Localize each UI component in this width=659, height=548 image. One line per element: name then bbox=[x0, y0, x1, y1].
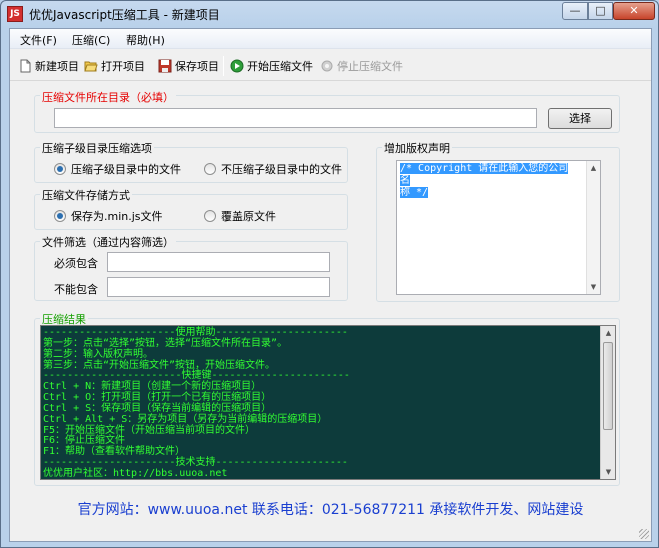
stop-compress-label: 停止压缩文件 bbox=[337, 60, 403, 73]
radio-compress-subdir[interactable]: 压缩子级目录中的文件 bbox=[54, 161, 181, 177]
copyright-textarea[interactable]: /* Copyright 请在此输入您的公司名 称 */ ▲ ▼ bbox=[396, 160, 601, 295]
new-file-icon bbox=[18, 59, 32, 73]
radio-no-compress-subdir-label: 不压缩子级目录中的文件 bbox=[221, 163, 342, 176]
new-project-label: 新建项目 bbox=[35, 60, 79, 73]
radio-selected-indicator bbox=[54, 210, 66, 222]
menu-file[interactable]: 文件(F) bbox=[20, 32, 57, 48]
console-text: ----------------------使用帮助--------------… bbox=[43, 327, 599, 479]
result-console[interactable]: ----------------------使用帮助--------------… bbox=[40, 325, 616, 480]
radio-selected-indicator bbox=[54, 163, 66, 175]
open-project-button[interactable]: 打开项目 bbox=[84, 57, 145, 75]
window-title: 优优Javascript压缩工具 - 新建项目 bbox=[29, 8, 220, 22]
scroll-down-arrow-icon[interactable]: ▼ bbox=[602, 465, 615, 479]
menu-compress[interactable]: 压缩(C) bbox=[72, 32, 110, 48]
radio-save-min-js[interactable]: 保存为.min.js文件 bbox=[54, 208, 163, 224]
directory-input[interactable] bbox=[54, 108, 537, 128]
radio-unselected-indicator bbox=[204, 210, 216, 222]
menu-help[interactable]: 帮助(H) bbox=[126, 32, 165, 48]
copyright-line-1: /* Copyright 请在此输入您的公司名 bbox=[400, 163, 569, 186]
subdir-options-title: 压缩子级目录压缩选项 bbox=[40, 140, 154, 156]
menu-bar: 文件(F) 压缩(C) 帮助(H) bbox=[10, 29, 651, 49]
stop-compress-button[interactable]: 停止压缩文件 bbox=[320, 57, 403, 75]
scroll-up-arrow-icon[interactable]: ▲ bbox=[587, 161, 600, 175]
save-project-button[interactable]: 保存项目 bbox=[158, 57, 219, 75]
start-compress-button[interactable]: 开始压缩文件 bbox=[230, 57, 313, 75]
start-compress-label: 开始压缩文件 bbox=[247, 60, 313, 73]
console-line: 优优用户社区：http://bbs.uuoa.net bbox=[43, 467, 228, 479]
radio-overwrite-label: 覆盖原文件 bbox=[221, 210, 276, 223]
minimize-button[interactable]: — bbox=[562, 2, 588, 20]
not-contain-input[interactable] bbox=[107, 277, 330, 297]
play-icon bbox=[230, 59, 244, 73]
must-contain-input[interactable] bbox=[107, 252, 330, 272]
copyright-title: 增加版权声明 bbox=[382, 140, 452, 156]
radio-save-min-js-label: 保存为.min.js文件 bbox=[71, 210, 163, 223]
title-bar[interactable]: JS 优优Javascript压缩工具 - 新建项目 — □ ✕ bbox=[1, 1, 658, 27]
radio-unselected-indicator bbox=[204, 163, 216, 175]
close-button[interactable]: ✕ bbox=[613, 2, 655, 20]
status-bar bbox=[10, 519, 651, 541]
radio-overwrite[interactable]: 覆盖原文件 bbox=[204, 208, 276, 224]
console-scroll-thumb[interactable] bbox=[603, 342, 613, 430]
app-logo-icon[interactable]: JS bbox=[7, 6, 23, 22]
scroll-down-arrow-icon[interactable]: ▼ bbox=[587, 280, 600, 294]
open-project-label: 打开项目 bbox=[101, 60, 145, 73]
app-window: JS 优优Javascript压缩工具 - 新建项目 — □ ✕ 文件(F) 压… bbox=[0, 0, 659, 548]
filter-title: 文件筛选（通过内容筛选） bbox=[40, 234, 176, 250]
maximize-button[interactable]: □ bbox=[588, 2, 613, 20]
must-contain-label: 必须包含 bbox=[54, 257, 98, 270]
radio-no-compress-subdir[interactable]: 不压缩子级目录中的文件 bbox=[204, 161, 342, 177]
copyright-text: /* Copyright 请在此输入您的公司名 称 */ bbox=[400, 163, 576, 199]
scroll-up-arrow-icon[interactable]: ▲ bbox=[602, 326, 615, 340]
client-area: 文件(F) 压缩(C) 帮助(H) 新建项目 打开项目 保存项目 开始压缩文件 … bbox=[9, 28, 652, 542]
copyright-line-2: 称 */ bbox=[400, 187, 429, 198]
folder-open-icon bbox=[84, 59, 98, 73]
console-line: F5：开始压缩文件（开始压缩当前项目的文件） bbox=[43, 424, 256, 436]
toolbar: 新建项目 打开项目 保存项目 开始压缩文件 停止压缩文件 bbox=[10, 51, 651, 81]
stop-icon bbox=[320, 59, 334, 73]
console-line: 第二步：输入版权声明。 bbox=[43, 348, 153, 360]
save-disk-icon bbox=[158, 59, 172, 73]
save-project-label: 保存项目 bbox=[175, 60, 219, 73]
toolbar-separator bbox=[223, 56, 224, 76]
console-line: Ctrl + Alt + S：另存为项目（另存为当前编辑的压缩项目） bbox=[43, 413, 328, 425]
new-project-button[interactable]: 新建项目 bbox=[18, 57, 79, 75]
footer-contact: 官方网站：www.uuoa.net 联系电话：021-56877211 承接软件… bbox=[77, 502, 584, 518]
browse-directory-button[interactable]: 选择 bbox=[548, 108, 612, 129]
console-scrollbar[interactable]: ▲ ▼ bbox=[600, 326, 615, 479]
radio-compress-subdir-label: 压缩子级目录中的文件 bbox=[71, 163, 181, 176]
copyright-scrollbar[interactable]: ▲ ▼ bbox=[586, 161, 600, 294]
save-mode-title: 压缩文件存储方式 bbox=[40, 187, 132, 203]
not-contain-label: 不能包含 bbox=[54, 283, 98, 296]
directory-group-title: 压缩文件所在目录（必填） bbox=[40, 89, 176, 105]
resize-grip-icon[interactable] bbox=[639, 529, 649, 539]
